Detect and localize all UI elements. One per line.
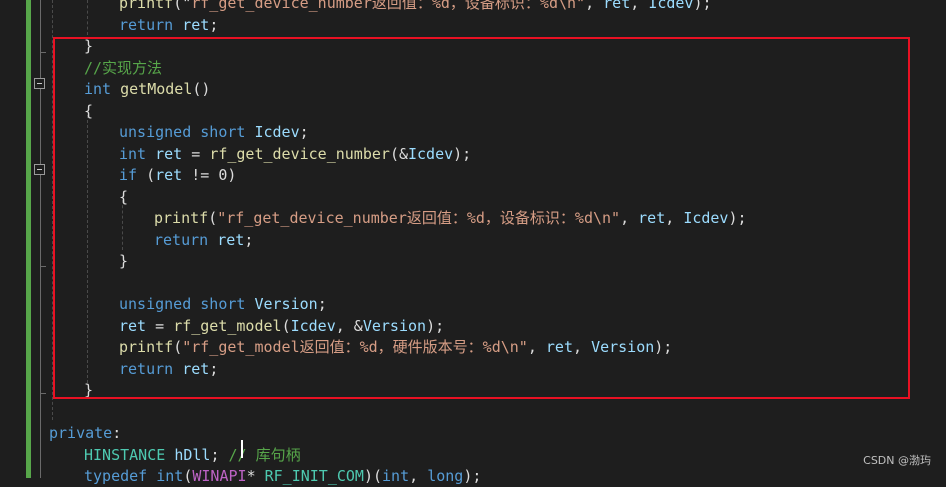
code-token: :	[112, 424, 122, 442]
code-token: ,	[630, 0, 649, 12]
code-token: ,	[585, 0, 604, 12]
code-token: *	[246, 467, 265, 485]
code-token: return	[119, 15, 174, 34]
code-token: ,	[409, 467, 428, 485]
code-line[interactable]: private:	[49, 423, 121, 444]
code-token: ret	[182, 15, 210, 34]
text-cursor	[241, 440, 243, 458]
code-token: ;	[209, 15, 219, 34]
code-line[interactable]: HINSTANCE hDll; // 库句柄	[84, 445, 301, 466]
code-token: long	[427, 467, 464, 485]
code-token: );	[463, 467, 482, 485]
code-token: rf_get_device_number返回值：%d，设备标识：%d\n"	[191, 0, 586, 12]
code-token: printf	[119, 0, 174, 12]
code-line[interactable]: return ret;	[119, 15, 218, 36]
highlight-annotation-box	[53, 37, 910, 399]
code-token: int	[156, 467, 184, 485]
code-token: int	[382, 467, 410, 485]
code-token: Icdev	[648, 0, 694, 12]
watermark: CSDN @渤玙	[863, 454, 931, 467]
code-token: ;	[210, 445, 229, 464]
code-token: WINAPI	[192, 467, 247, 485]
code-token: // 库句柄	[228, 445, 301, 464]
code-token: );	[693, 0, 712, 12]
code-token: ret	[603, 0, 631, 12]
code-token: typedef	[84, 467, 148, 485]
code-token: hDll	[174, 445, 211, 464]
code-token: ("	[173, 0, 192, 12]
code-token: HINSTANCE	[84, 445, 166, 464]
code-line[interactable]: typedef int(WINAPI* RF_INIT_COM)(int, lo…	[84, 466, 481, 487]
code-token: private	[49, 424, 113, 442]
code-token: )(	[363, 467, 383, 485]
code-token: RF_INIT_COM	[264, 467, 364, 485]
code-line[interactable]: printf("rf_get_device_number返回值：%d，设备标识：…	[119, 0, 712, 14]
